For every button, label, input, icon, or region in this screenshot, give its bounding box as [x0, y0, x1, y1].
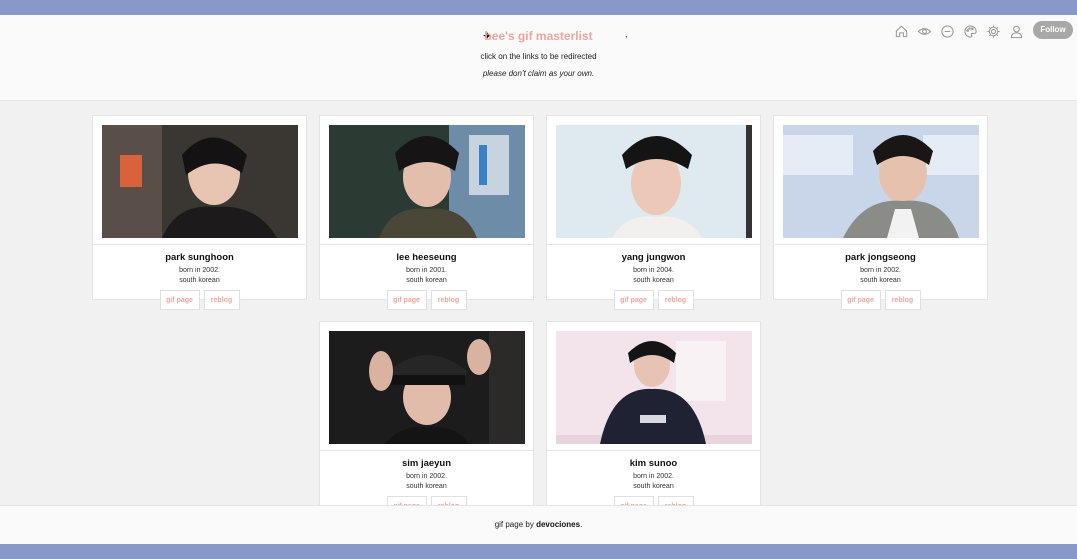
member-born: born in 2004.: [633, 267, 674, 274]
reblog-button[interactable]: reblog: [203, 290, 240, 310]
gif-page-button[interactable]: gif page: [159, 290, 200, 310]
gif-thumbnail: [102, 125, 298, 238]
title-comma: ,: [625, 29, 628, 39]
gif-thumbnail: [329, 331, 525, 444]
card-divider: [547, 244, 760, 245]
gif-page-button[interactable]: gif page: [613, 290, 654, 310]
reblog-button[interactable]: reblog: [657, 290, 694, 310]
member-nationality: south korean: [406, 277, 447, 284]
gif-thumbnail: [329, 125, 525, 238]
profile-card: yang jungwon born in 2004. south korean …: [546, 115, 761, 310]
gif-thumbnail: [556, 125, 752, 238]
member-name: kim sunoo: [629, 458, 678, 469]
member-nationality: south korean: [406, 483, 447, 490]
profile-card: park jongseong born in 2002. south korea…: [773, 115, 988, 310]
gif-thumbnail: [556, 331, 752, 444]
palette-icon[interactable]: [962, 23, 979, 40]
reblog-button[interactable]: reblog: [884, 290, 921, 310]
card-divider: [320, 244, 533, 245]
member-name: park jongseong: [845, 252, 916, 263]
card-buttons: gif page reblog: [320, 290, 533, 310]
profile-card: sim jaeyun born in 2002. south korean gi…: [319, 321, 534, 516]
card-buttons: gif page reblog: [774, 290, 987, 310]
reblog-button[interactable]: reblog: [430, 290, 467, 310]
member-name: sim jaeyun: [401, 458, 452, 469]
profile-card: park sunghoon born in 2002. south korean…: [92, 115, 307, 310]
page-title: bee's gif masterlist: [484, 29, 593, 43]
footer-author-link[interactable]: devociones: [536, 520, 580, 529]
page-disclaimer: please don't claim as your own.: [482, 69, 595, 78]
member-nationality: south korean: [633, 277, 674, 284]
user-icon[interactable]: [1008, 23, 1025, 40]
member-nationality: south korean: [860, 277, 901, 284]
card-divider: [320, 450, 533, 451]
nav-icons: [893, 23, 1025, 40]
profile-card: kim sunoo born in 2002. south korean gif…: [546, 321, 761, 516]
footer-prefix: gif page by: [494, 520, 534, 529]
member-born: born in 2002.: [633, 473, 674, 480]
member-name: park sunghoon: [165, 252, 234, 263]
top-stripe: [0, 0, 1077, 15]
gif-thumbnail: [783, 125, 979, 238]
member-born: born in 2002.: [406, 473, 447, 480]
eye-icon[interactable]: [916, 23, 933, 40]
gear-icon[interactable]: [985, 23, 1002, 40]
page-header: ✦ bee's gif masterlist , click on the li…: [0, 15, 1077, 101]
card-buttons: gif page reblog: [547, 290, 760, 310]
card-buttons: gif page reblog: [93, 290, 306, 310]
member-nationality: south korean: [633, 483, 674, 490]
member-born: born in 2002.: [179, 267, 220, 274]
page-subtitle: click on the links to be redirected: [480, 52, 597, 61]
card-divider: [93, 244, 306, 245]
profile-card: lee heeseung born in 2001. south korean …: [319, 115, 534, 310]
home-icon[interactable]: [893, 23, 910, 40]
page-footer: gif page by devociones.: [0, 505, 1077, 544]
member-born: born in 2001.: [406, 267, 447, 274]
member-name: lee heeseung: [396, 252, 457, 263]
card-divider: [774, 244, 987, 245]
member-name: yang jungwon: [621, 252, 686, 263]
follow-button[interactable]: Follow: [1033, 21, 1073, 39]
card-divider: [547, 450, 760, 451]
member-nationality: south korean: [179, 277, 220, 284]
member-born: born in 2002.: [860, 267, 901, 274]
gif-page-button[interactable]: gif page: [386, 290, 427, 310]
footer-suffix: .: [580, 520, 583, 529]
gif-page-button[interactable]: gif page: [840, 290, 881, 310]
minus-circle-icon[interactable]: [939, 23, 956, 40]
bottom-stripe: [0, 544, 1077, 559]
